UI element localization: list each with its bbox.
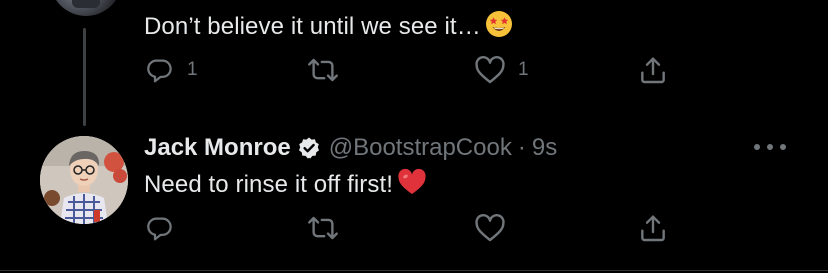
parent-avatar[interactable]	[50, 0, 122, 16]
retweet-button[interactable]	[305, 213, 353, 243]
retweet-button[interactable]	[305, 55, 353, 85]
share-button[interactable]	[637, 54, 669, 86]
tweet-text-content: Need to rinse it off first!	[144, 171, 394, 198]
more-options-dot-icon	[767, 144, 773, 150]
reply-icon	[147, 217, 172, 241]
reply-count: 1	[187, 59, 198, 80]
like-button[interactable]	[474, 213, 518, 243]
heart-icon	[475, 56, 505, 84]
author-handle[interactable]: @BootstrapCook	[329, 134, 512, 162]
share-button[interactable]	[637, 212, 669, 244]
author-avatar-image	[40, 136, 128, 224]
thread-connector-line	[83, 28, 86, 126]
author-name[interactable]: Jack Monroe	[144, 134, 291, 162]
verified-badge-icon	[297, 136, 321, 160]
reply-icon	[147, 59, 172, 83]
more-options-dot-icon	[780, 144, 786, 150]
star-struck-emoji-icon	[485, 10, 513, 46]
tweet-divider	[0, 270, 828, 271]
retweet-icon	[308, 216, 338, 240]
share-icon	[641, 57, 665, 84]
red-heart-emoji-icon	[397, 168, 427, 204]
like-count: 1	[518, 59, 529, 80]
more-options-dot-icon	[754, 144, 760, 150]
heart-icon	[475, 214, 505, 242]
share-icon	[641, 215, 665, 242]
reply-button[interactable]	[145, 213, 187, 243]
tweet-text: Need to rinse it off first!	[144, 168, 427, 204]
tweet-text: Don’t believe it until we see it…	[144, 10, 513, 46]
more-options-button[interactable]	[754, 136, 786, 158]
tweet-timestamp[interactable]: 9s	[532, 134, 557, 162]
tweet-text-content: Don’t believe it until we see it…	[144, 13, 481, 40]
author-avatar[interactable]	[40, 136, 128, 224]
retweet-icon	[308, 58, 338, 82]
reply-button[interactable]: 1	[145, 55, 198, 85]
like-button[interactable]: 1	[474, 55, 529, 85]
separator-dot: ·	[517, 134, 526, 161]
tweet-header: Jack Monroe @BootstrapCook · 9s	[144, 132, 557, 164]
